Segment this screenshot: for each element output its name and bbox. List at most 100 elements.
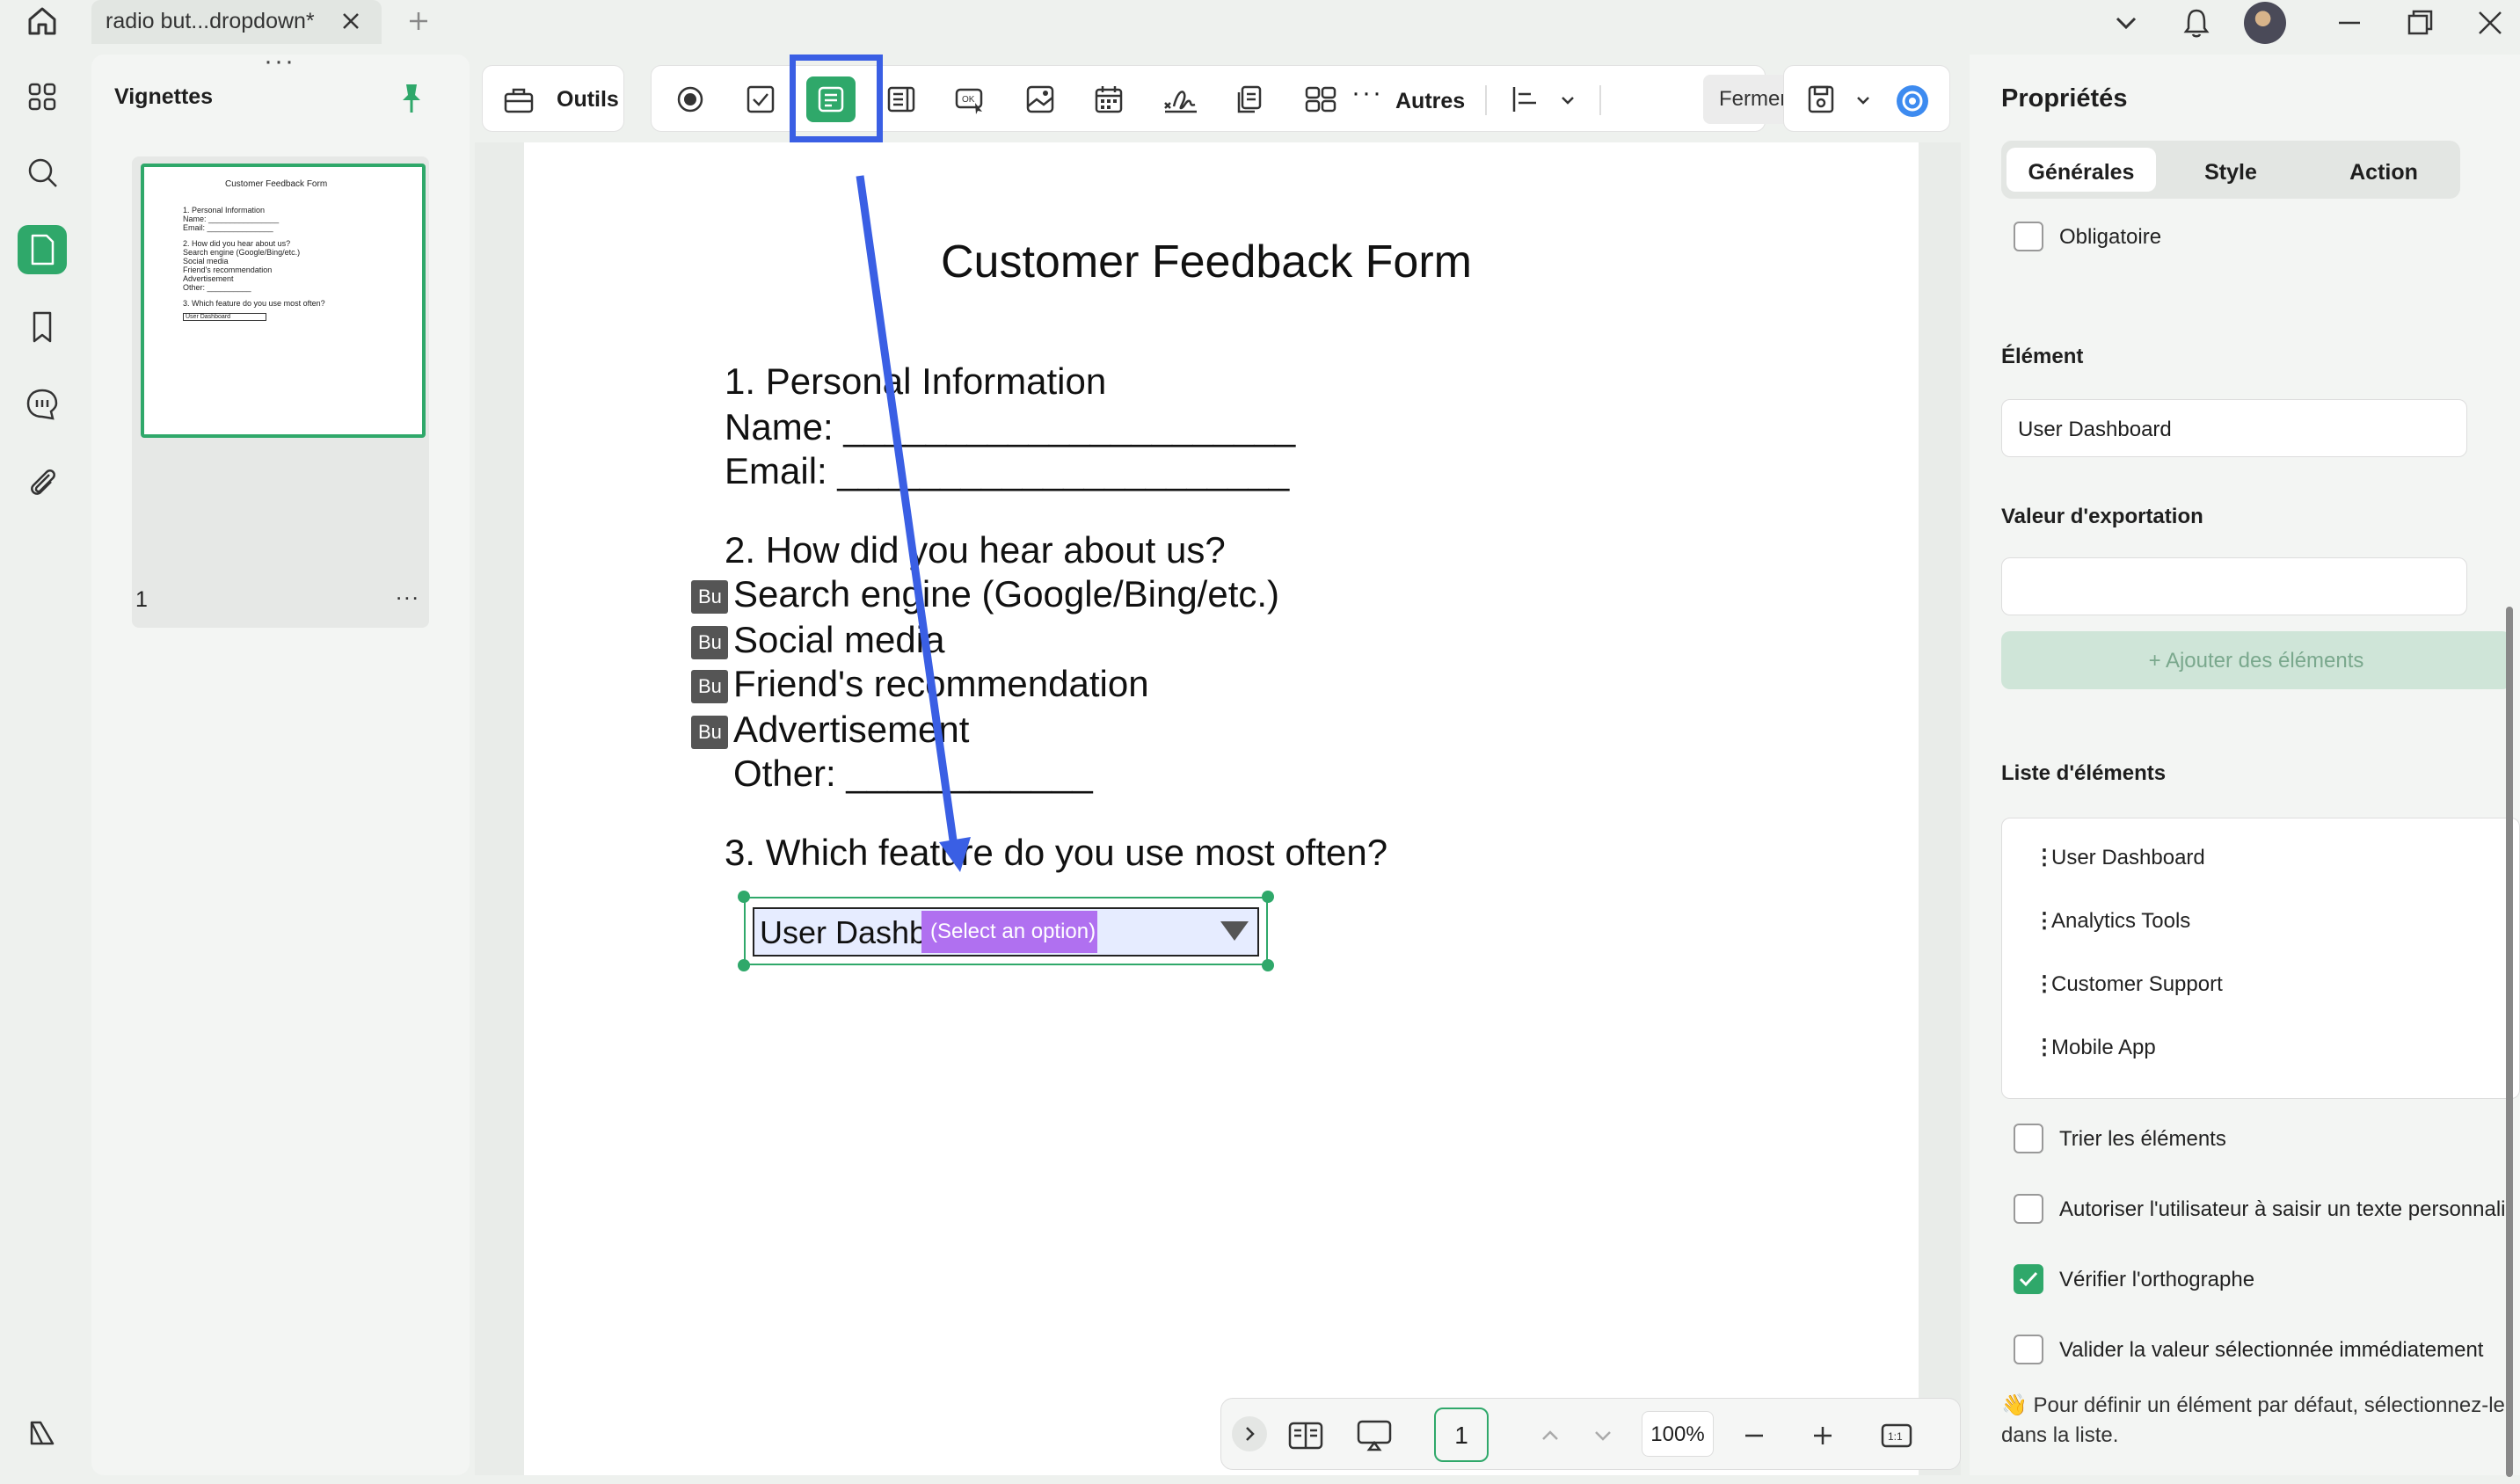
- properties-tabs: Générales Style Action: [2001, 141, 2460, 199]
- image-tool-icon[interactable]: [1016, 76, 1065, 122]
- chevron-right-icon[interactable]: [1232, 1416, 1267, 1451]
- drag-handle-icon[interactable]: ⋮: [2034, 971, 2055, 997]
- minimize-icon[interactable]: [2330, 4, 2369, 42]
- spellcheck-label: Vérifier l'orthographe: [2059, 1268, 2255, 1291]
- align-left-icon[interactable]: [1501, 76, 1550, 122]
- avatar[interactable]: [2244, 2, 2286, 44]
- drag-handle-icon[interactable]: ···: [264, 48, 295, 75]
- item-list: ⋮User Dashboard ⋮Analytics Tools ⋮Custom…: [2001, 818, 2520, 1099]
- export-value-input[interactable]: [2001, 557, 2467, 615]
- bell-icon[interactable]: [2177, 4, 2216, 42]
- left-rail: [0, 55, 88, 1484]
- properties-panel: Propriétés Générales Style Action Obliga…: [1970, 55, 2520, 1475]
- list-item[interactable]: ⋮Analytics Tools: [2034, 908, 2190, 934]
- pin-icon[interactable]: [396, 81, 427, 116]
- search-icon[interactable]: [18, 148, 67, 197]
- document-tab-label: radio but...dropdown*: [106, 9, 315, 33]
- drag-handle-icon[interactable]: ⋮: [2034, 908, 2055, 934]
- separator: [1485, 85, 1487, 115]
- thumbnails-panel: ··· Vignettes Customer Feedback Form 1. …: [91, 48, 470, 1475]
- mini-line: Other: __________: [183, 283, 251, 292]
- mini-title: Customer Feedback Form: [225, 179, 328, 189]
- element-section-title: Élément: [2001, 345, 2084, 368]
- list-item[interactable]: ⋮Customer Support: [2034, 971, 2223, 997]
- page-layout-icon[interactable]: [1285, 1415, 1327, 1457]
- chevron-down-icon[interactable]: [2107, 4, 2145, 42]
- mini-line: Advertisement: [183, 274, 234, 283]
- item-list-title: Liste d'éléments: [2001, 761, 2167, 785]
- chevron-down-icon[interactable]: [1846, 76, 1872, 122]
- pages-icon[interactable]: [18, 225, 67, 274]
- title-bar: radio but...dropdown*: [0, 0, 2520, 44]
- mini-line: Email: _______________: [183, 223, 273, 232]
- sidebar-toggle-icon[interactable]: [18, 1408, 67, 1458]
- ai-assistant-icon[interactable]: [1886, 76, 1935, 122]
- page-thumbnail-card[interactable]: Customer Feedback Form 1. Personal Infor…: [132, 156, 429, 628]
- tab-action[interactable]: Action: [2309, 148, 2458, 192]
- properties-scrollbar[interactable]: [2506, 607, 2513, 1477]
- required-checkbox[interactable]: [2014, 222, 2043, 251]
- svg-text:1:1: 1:1: [1888, 1430, 1903, 1443]
- chevron-up-icon[interactable]: [1529, 1415, 1571, 1457]
- radio-button-tool-icon[interactable]: [666, 76, 715, 122]
- drag-handle-icon[interactable]: ⋮: [2034, 1035, 2055, 1060]
- more-icon[interactable]: ...: [396, 578, 420, 606]
- sort-items-checkbox[interactable]: [2014, 1124, 2043, 1153]
- page-number-input[interactable]: 1: [1434, 1408, 1489, 1462]
- more-tools-label[interactable]: Autres: [1395, 89, 1465, 114]
- close-icon[interactable]: [335, 5, 367, 37]
- date-tool-icon[interactable]: [1084, 76, 1133, 122]
- mini-line: 3. Which feature do you use most often?: [183, 299, 325, 308]
- mini-dropdown: User Dashboard: [183, 313, 266, 321]
- checkbox-tool-icon[interactable]: [736, 76, 785, 122]
- drag-handle-icon[interactable]: ⋮: [2034, 845, 2055, 870]
- new-tab-icon[interactable]: [403, 5, 434, 37]
- page-thumbnail[interactable]: Customer Feedback Form 1. Personal Infor…: [141, 164, 426, 438]
- list-item-label: User Dashboard: [2051, 846, 2205, 869]
- presentation-icon[interactable]: [1353, 1415, 1395, 1457]
- attachment-icon[interactable]: [18, 457, 67, 506]
- document-tab[interactable]: radio but...dropdown*: [91, 0, 382, 44]
- tab-style[interactable]: Style: [2156, 148, 2305, 192]
- custom-text-checkbox[interactable]: [2014, 1194, 2043, 1224]
- list-item[interactable]: ⋮User Dashboard: [2034, 845, 2205, 870]
- mini-line: Name: ________________: [183, 215, 280, 223]
- duplicate-tool-icon[interactable]: [1225, 76, 1274, 122]
- commit-immediately-checkbox[interactable]: [2014, 1335, 2043, 1364]
- more-icon[interactable]: ···: [1351, 78, 1383, 108]
- default-item-hint: 👋 Pour définir un élément par défaut, sé…: [2001, 1393, 2505, 1447]
- save-icon[interactable]: [1796, 76, 1846, 122]
- restore-icon[interactable]: [2400, 4, 2439, 42]
- annotation-arrow: [856, 175, 971, 872]
- mini-line: 1. Personal Information: [183, 206, 266, 215]
- list-item-label: Mobile App: [2051, 1036, 2156, 1059]
- add-items-button[interactable]: + Ajouter des éléments: [2001, 631, 2511, 689]
- zoom-out-icon[interactable]: [1733, 1415, 1775, 1457]
- form-toolbar: Outils OK ··· Autres Fermer: [475, 55, 1961, 142]
- mini-line: 2. How did you hear about us?: [183, 239, 291, 248]
- zoom-in-icon[interactable]: [1802, 1415, 1844, 1457]
- list-item-label: Customer Support: [2051, 972, 2223, 996]
- actual-size-icon[interactable]: 1:1: [1875, 1415, 1918, 1457]
- tools-label: Outils: [557, 87, 619, 112]
- button-tool-icon[interactable]: OK: [945, 76, 994, 122]
- list-item-label: Analytics Tools: [2051, 909, 2191, 933]
- spellcheck-checkbox[interactable]: [2014, 1264, 2043, 1294]
- chevron-down-icon[interactable]: [1550, 76, 1585, 122]
- apps-icon[interactable]: [18, 72, 67, 121]
- chevron-down-icon[interactable]: [1582, 1415, 1624, 1457]
- grid-tool-icon[interactable]: [1295, 76, 1344, 122]
- window-close-icon[interactable]: [2471, 4, 2509, 42]
- signature-tool-icon[interactable]: [1154, 76, 1204, 122]
- comment-icon[interactable]: [18, 380, 67, 429]
- tab-general[interactable]: Générales: [2007, 148, 2156, 192]
- list-box-tool-icon[interactable]: [877, 76, 926, 122]
- element-input[interactable]: User Dashboard: [2001, 399, 2467, 457]
- tools-button[interactable]: Outils: [482, 65, 624, 132]
- bookmark-icon[interactable]: [18, 302, 67, 352]
- toolbox-icon: [502, 84, 535, 115]
- sort-items-label: Trier les éléments: [2059, 1127, 2226, 1151]
- home-icon[interactable]: [25, 4, 60, 39]
- zoom-level[interactable]: 100%: [1642, 1411, 1714, 1457]
- list-item[interactable]: ⋮Mobile App: [2034, 1035, 2156, 1060]
